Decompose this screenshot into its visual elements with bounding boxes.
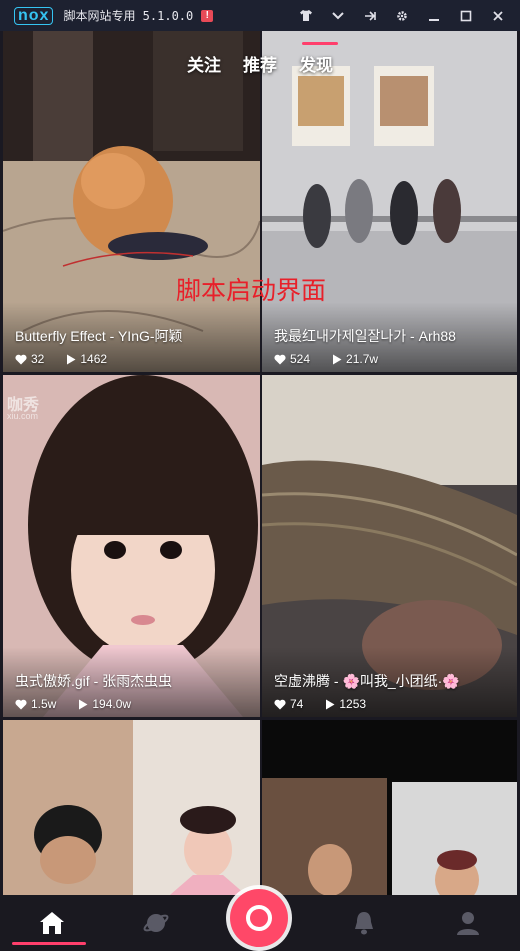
close-icon[interactable]: [482, 0, 514, 31]
profile-icon: [457, 912, 479, 935]
video-card[interactable]: Butterfly Effect - YInG-阿颖 32 1462: [3, 31, 260, 372]
video-stats: 524 21.7w: [274, 352, 378, 366]
watermark-sub: xiu.com: [7, 411, 39, 421]
nox-logo: nox: [14, 6, 54, 25]
record-icon: [246, 905, 272, 931]
active-tab-underline: [12, 942, 86, 945]
warning-badge[interactable]: !: [201, 9, 214, 22]
video-stats: 1.5w 194.0w: [15, 697, 131, 711]
tab-discover[interactable]: 发现: [299, 51, 333, 76]
video-card[interactable]: 我最红내가제일잘나가 - Arh88 524 21.7w: [262, 31, 517, 372]
tab-profile[interactable]: [416, 895, 520, 951]
record-button[interactable]: [230, 889, 288, 947]
like-count: 32: [31, 352, 45, 366]
heart-icon: [15, 354, 27, 364]
like-count: 524: [290, 352, 311, 366]
planet-icon: [143, 914, 169, 932]
video-stats: 74 1253: [274, 697, 366, 711]
video-title: 空虚沸腾 - 🌸叫我_小团纸·🌸: [274, 673, 460, 689]
top-nav: 关注 推荐 发现: [0, 42, 520, 76]
tab-home[interactable]: [0, 895, 104, 951]
maximize-icon[interactable]: [450, 0, 482, 31]
minimize-icon[interactable]: [418, 0, 450, 31]
play-count: 1253: [339, 697, 367, 711]
play-count: 194.0w: [92, 697, 132, 711]
script-overlay-text: 脚本启动界面: [176, 276, 327, 305]
tab-notifications[interactable]: [312, 895, 416, 951]
play-icon: [326, 699, 335, 709]
pin-icon[interactable]: [354, 0, 386, 31]
play-count: 1462: [80, 352, 108, 366]
gear-icon[interactable]: [386, 0, 418, 31]
like-count: 74: [290, 697, 304, 711]
tab-recommended[interactable]: 推荐: [243, 51, 277, 76]
video-card[interactable]: 空虚沸腾 - 🌸叫我_小团纸·🌸 74 1253: [262, 375, 517, 717]
like-count: 1.5w: [31, 697, 57, 711]
video-title: Butterfly Effect - YInG-阿颖: [15, 328, 183, 344]
video-card[interactable]: [262, 720, 517, 901]
video-feed-grid: Butterfly Effect - YInG-阿颖 32 1462 我最红내가…: [0, 31, 520, 901]
video-thumbnail: [262, 720, 517, 901]
video-thumbnail: [3, 720, 260, 901]
tab-following[interactable]: 关注: [187, 51, 221, 76]
window-title: 脚本网站专用 5.1.0.0: [63, 9, 194, 23]
window-titlebar: nox 脚本网站专用 5.1.0.0 !: [0, 0, 520, 31]
home-icon: [40, 912, 64, 934]
video-title: 我最红내가제일잘나가 - Arh88: [274, 328, 456, 344]
heart-icon: [15, 699, 27, 709]
play-icon: [79, 699, 88, 709]
active-tab-indicator: [302, 42, 338, 45]
play-icon: [67, 354, 76, 364]
tab-discover-planet[interactable]: [104, 895, 208, 951]
shirt-icon[interactable]: [290, 0, 322, 31]
heart-icon: [274, 699, 286, 709]
play-count: 21.7w: [346, 352, 379, 366]
video-title: 虫式傲娇.gif - 张雨杰虫虫: [15, 673, 173, 689]
heart-icon: [274, 354, 286, 364]
video-stats: 32 1462: [15, 352, 107, 366]
window-controls: [290, 0, 514, 31]
play-icon: [333, 354, 342, 364]
chevron-down-icon[interactable]: [322, 0, 354, 31]
bell-icon: [355, 912, 373, 935]
app-screen: Butterfly Effect - YInG-阿颖 32 1462 我最红내가…: [0, 31, 520, 951]
video-card[interactable]: [3, 720, 260, 901]
video-card[interactable]: 咖秀 xiu.com 虫式傲娇.gif - 张雨杰虫虫 1.5w 194.0w: [3, 375, 260, 717]
